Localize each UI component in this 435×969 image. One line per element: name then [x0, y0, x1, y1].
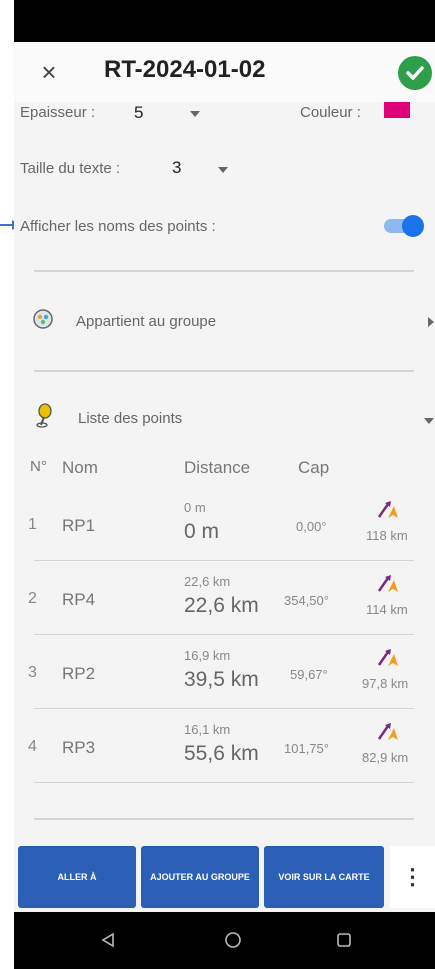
left-margin	[0, 0, 14, 969]
status-bar	[14, 0, 435, 42]
row-number: 2	[28, 590, 37, 607]
voir-carte-button[interactable]: VOIR SUR LA CARTE	[264, 846, 384, 908]
heading-value: 101,75°	[284, 741, 329, 756]
row-number: 4	[28, 738, 37, 755]
points-list-label[interactable]: Liste des points	[78, 410, 182, 427]
pin-icon	[36, 402, 54, 433]
system-nav-bar	[14, 912, 435, 969]
check-icon	[406, 66, 424, 80]
column-header-cap: Cap	[298, 458, 330, 477]
page-title: RT-2024-01-02	[104, 56, 266, 83]
recents-icon[interactable]	[336, 932, 352, 948]
column-header-n: N°	[30, 458, 47, 475]
cumulative-distance: 55,6 km	[184, 742, 259, 765]
table-row[interactable]: 3 RP2 16,9 km 39,5 km 59,67° 97,8 km	[14, 638, 435, 706]
epaisseur-value[interactable]: 5	[134, 103, 143, 123]
group-label[interactable]: Appartient au groupe	[76, 313, 216, 330]
aller-button[interactable]: ALLER À	[18, 846, 136, 908]
column-header-distance: Distance	[184, 458, 251, 477]
cumulative-distance: 0 m	[184, 520, 220, 543]
table-row[interactable]: 1 RP1 0 m 0 m 0,00° 118 km	[14, 490, 435, 558]
navigate-arrow-icon[interactable]	[376, 500, 400, 525]
group-icon	[32, 308, 54, 335]
couleur-label: Couleur :	[300, 104, 361, 121]
taille-value[interactable]: 3	[172, 158, 181, 178]
segment-distance: 16,9 km	[184, 648, 231, 663]
taille-label: Taille du texte :	[20, 160, 121, 177]
remaining-distance: 97,8 km	[362, 676, 409, 691]
confirm-check-button[interactable]	[398, 56, 432, 90]
divider	[34, 818, 414, 820]
more-menu-button[interactable]: ⋮	[390, 846, 435, 908]
segment-distance: 22,6 km	[184, 574, 231, 589]
point-name: RP2	[62, 664, 96, 683]
ajouter-groupe-button[interactable]: AJOUTER AU GROUPE	[141, 846, 259, 908]
chevron-down-icon[interactable]	[424, 418, 434, 424]
remaining-distance: 114 km	[366, 602, 408, 617]
column-header-nom: Nom	[62, 458, 98, 477]
navigate-arrow-icon[interactable]	[376, 574, 400, 599]
heading-value: 0,00°	[296, 519, 327, 534]
row-divider	[34, 708, 414, 709]
heading-value: 354,50°	[284, 593, 329, 608]
segment-distance: 0 m	[184, 500, 206, 515]
remaining-distance: 82,9 km	[362, 750, 409, 765]
cumulative-distance: 39,5 km	[184, 668, 259, 691]
epaisseur-dropdown-icon[interactable]	[190, 111, 200, 117]
segment-distance: 16,1 km	[184, 722, 231, 737]
row-divider	[34, 560, 414, 561]
row-divider	[34, 634, 414, 635]
table-row[interactable]: 4 RP3 16,1 km 55,6 km 101,75° 82,9 km	[14, 712, 435, 780]
home-icon[interactable]	[224, 931, 242, 949]
content-scroll-area[interactable]: Epaisseur : 5 Couleur : Taille du texte …	[14, 102, 435, 846]
divider	[34, 370, 414, 372]
point-name: RP1	[62, 516, 96, 535]
toggle-knob	[402, 215, 424, 237]
point-name: RP4	[62, 590, 96, 609]
row-number: 3	[28, 664, 37, 681]
navigate-arrow-icon[interactable]	[376, 648, 400, 673]
chevron-right-icon[interactable]	[428, 317, 434, 327]
close-button[interactable]: ×	[34, 58, 64, 88]
point-name: RP3	[62, 738, 96, 757]
row-divider	[34, 782, 414, 783]
couleur-swatch[interactable]	[384, 102, 410, 118]
remaining-distance: 118 km	[366, 528, 408, 543]
back-icon[interactable]	[100, 932, 116, 948]
heading-value: 59,67°	[290, 667, 328, 682]
navigate-arrow-icon[interactable]	[376, 722, 400, 747]
afficher-label: Afficher les noms des points :	[20, 218, 216, 235]
action-bar: ALLER À AJOUTER AU GROUPE VOIR SUR LA CA…	[14, 846, 435, 912]
divider	[34, 270, 414, 272]
taille-dropdown-icon[interactable]	[218, 167, 228, 173]
epaisseur-label: Epaisseur :	[20, 104, 96, 121]
row-number: 1	[28, 516, 37, 533]
table-row[interactable]: 2 RP4 22,6 km 22,6 km 354,50° 114 km	[14, 564, 435, 632]
cumulative-distance: 22,6 km	[184, 594, 259, 617]
